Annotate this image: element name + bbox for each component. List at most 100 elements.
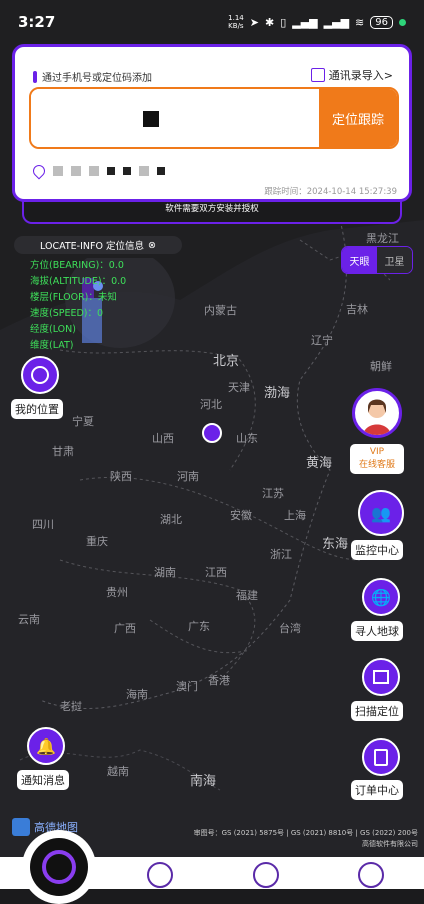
location-marker[interactable]: [202, 423, 222, 443]
vip-label: VIP 在线客服: [350, 444, 404, 474]
info-altitude: 海拔(ALTITUDE)：0.0: [30, 276, 127, 287]
signal-icon: ▂▄▆: [292, 15, 318, 29]
map-label: 辽宁: [311, 334, 333, 347]
mode-satellite[interactable]: 卫星: [377, 247, 412, 273]
vibrate-icon: ▯: [280, 15, 287, 29]
location-icon: ➤: [249, 15, 259, 29]
vip-service-button[interactable]: VIP 在线客服: [350, 388, 404, 476]
wifi-icon: ≋: [355, 15, 365, 29]
redacted-address-4: [107, 167, 115, 175]
mode-skyeye[interactable]: 天眼: [342, 247, 377, 273]
radar-tab-icon[interactable]: [147, 862, 173, 888]
phone-input-row: 定位跟踪: [29, 87, 399, 149]
clipboard-icon: [374, 748, 388, 766]
contacts-icon: [310, 68, 325, 82]
bell-icon: 🔔: [36, 736, 56, 756]
home-tab-button[interactable]: [22, 830, 96, 904]
map-label: 陕西: [110, 470, 132, 483]
map-label: 老挝: [60, 700, 82, 713]
notify-label[interactable]: 通知消息: [17, 770, 69, 790]
map-mode-toggle[interactable]: 天眼 卫星: [341, 246, 413, 274]
import-label: 通讯录导入>: [328, 69, 393, 82]
map-label: 越南: [107, 765, 129, 778]
bluetooth-icon: ✱: [264, 15, 275, 29]
active-indicator: [399, 18, 406, 26]
signal-icon-2: ▂▄▆: [323, 15, 350, 29]
copyright-line-2: 高德软件有限公司: [362, 840, 418, 848]
globe-search-label[interactable]: 寻人地球: [351, 621, 403, 641]
locate-info-title: LOCATE-INFO 定位信息: [40, 241, 144, 252]
map-label: 北京: [213, 354, 240, 369]
map-label: 江西: [205, 566, 227, 579]
map-label: 河南: [177, 470, 199, 483]
map-label: 广东: [188, 620, 210, 633]
map-label: 宁夏: [72, 415, 94, 428]
order-center-label[interactable]: 订单中心: [351, 780, 403, 800]
monitor-center-button[interactable]: 👥: [358, 490, 404, 536]
battery-icon: 96: [370, 15, 393, 29]
globe-search-button[interactable]: 🌐: [362, 578, 400, 616]
my-location-button[interactable]: [21, 356, 59, 394]
map-label: 吉林: [346, 303, 368, 316]
scan-locate-button[interactable]: [362, 658, 400, 696]
redacted-address-5: [123, 167, 131, 175]
map-label: 黑龙江: [366, 232, 399, 245]
close-icon[interactable]: ⊗: [148, 240, 156, 251]
status-bar: 3:27 1.14 KB/s ➤ ✱ ▯ ▂▄▆ ▂▄▆ ≋ 96: [0, 0, 424, 44]
home-tab-inner: [30, 838, 88, 896]
lens-icon: [42, 850, 76, 884]
search-card: 通过手机号或定位码添加 通讯录导入> 定位跟踪 跟踪时间：2024-10-14 …: [12, 44, 412, 202]
redacted-address-2: [71, 166, 81, 176]
map-label: 上海: [284, 509, 306, 522]
map-label: 南海: [190, 774, 217, 789]
map-label: 海南: [126, 688, 148, 701]
monitor-center-label[interactable]: 监控中心: [351, 540, 403, 560]
chat-tab-icon[interactable]: [253, 862, 279, 888]
status-icons: 1.14 KB/s ➤ ✱ ▯ ▂▄▆ ▂▄▆ ≋ 96: [228, 14, 406, 30]
info-floor: 楼层(FLOOR)：未知: [30, 292, 117, 303]
status-time: 3:27: [18, 13, 56, 31]
map-label: 浙江: [270, 548, 292, 561]
map-label: 东海: [322, 537, 349, 552]
map-label: 甘肃: [52, 445, 74, 458]
group-icon: 👥: [371, 503, 391, 523]
locate-track-button[interactable]: 定位跟踪: [319, 89, 397, 147]
map-label: 云南: [18, 613, 40, 626]
map-label: 江苏: [262, 487, 284, 500]
map-label: 山东: [236, 432, 258, 445]
map-label: 湖北: [160, 513, 182, 526]
current-address: [30, 162, 165, 180]
hint-marker: [33, 70, 37, 83]
map-label: 内蒙古: [204, 304, 237, 317]
track-time: 跟踪时间：2024-10-14 15:27:39: [264, 187, 397, 197]
map-label: 天津: [228, 381, 250, 394]
contacts-import-button[interactable]: 通讯录导入>: [310, 67, 393, 83]
scan-icon: [373, 670, 389, 684]
info-speed: 速度(SPEED)：0: [30, 308, 104, 319]
map-copyright: 审图号：GS (2021) 5875号 | GS (2021) 8810号 | …: [194, 828, 418, 850]
redacted-address-3: [89, 166, 99, 176]
map-label: 山西: [152, 432, 174, 445]
profile-tab-icon[interactable]: [358, 862, 384, 888]
crosshair-icon: [31, 366, 49, 384]
hint-text: 通过手机号或定位码添加: [42, 73, 152, 84]
globe-icon: 🌐: [371, 587, 391, 607]
map-label: 贵州: [106, 586, 128, 599]
vip-title: VIP: [369, 447, 385, 457]
map-label: 香港: [208, 674, 230, 687]
my-location-label[interactable]: 我的位置: [11, 399, 63, 419]
map-label: 广西: [114, 622, 136, 635]
service-title: 在线客服: [358, 460, 395, 470]
info-lon: 经度(LON): [30, 324, 76, 335]
map-label: 河北: [200, 398, 222, 411]
copyright-line-1: 审图号：GS (2021) 5875号 | GS (2021) 8810号 | …: [193, 829, 418, 837]
map-label: 重庆: [86, 535, 108, 548]
pin-icon: [30, 162, 48, 180]
notify-button[interactable]: 🔔: [27, 727, 65, 765]
network-speed: 1.14 KB/s: [228, 14, 244, 30]
amap-logo-icon: [12, 818, 30, 836]
info-bearing: 方位(BEARING)：0.0: [30, 260, 124, 271]
order-center-button[interactable]: [362, 738, 400, 776]
scan-locate-label[interactable]: 扫描定位: [351, 701, 403, 721]
phone-input[interactable]: [31, 89, 319, 147]
